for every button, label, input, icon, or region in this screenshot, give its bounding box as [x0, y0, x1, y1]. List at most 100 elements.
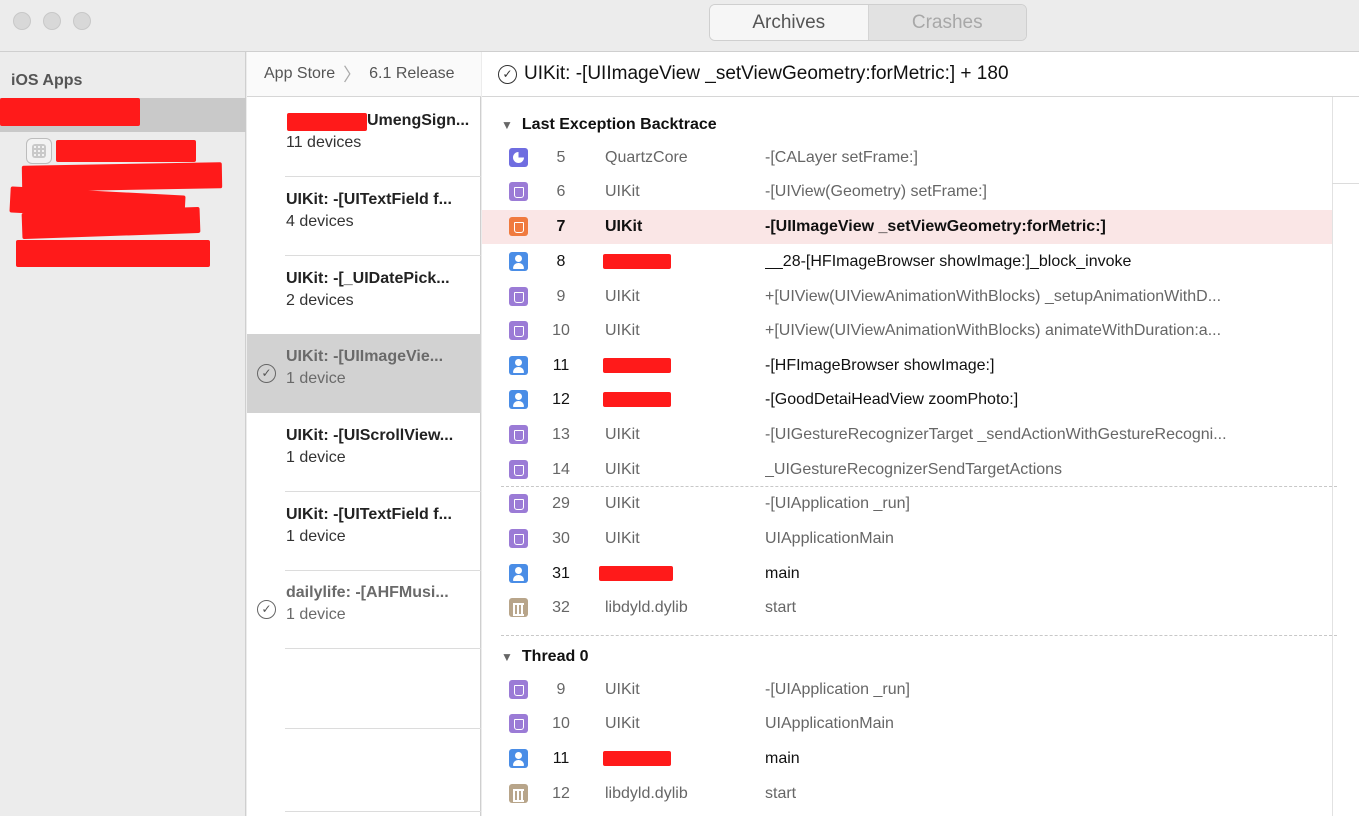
stack-frame-row[interactable]: 5 QuartzCore -[CALayer setFrame:] [482, 141, 1332, 175]
stack-frame-row[interactable]: 11 main [482, 742, 1332, 776]
section-last-exception-backtrace[interactable]: ▼ Last Exception Backtrace [501, 116, 717, 134]
stack-frame-row[interactable]: 13 UIKit -[UIGestureRecognizerTarget _se… [482, 418, 1332, 452]
stack-frame-row[interactable]: 30 UIKit UIApplicationMain [482, 522, 1332, 556]
frame-library: UIKit [605, 322, 640, 339]
inspector-divider [1332, 183, 1359, 184]
row-divider [285, 811, 481, 812]
crash-device-count: 1 device [286, 449, 346, 466]
crash-list-item[interactable]: UIKit: -[UIScrollView... 1 device [247, 413, 481, 492]
row-divider [285, 728, 481, 729]
user-code-icon [509, 564, 528, 583]
zoom-window-button[interactable] [73, 12, 91, 30]
frame-number: 11 [552, 750, 570, 767]
stack-frame-row[interactable]: 31 main [482, 557, 1332, 591]
frame-library: UIKit [605, 715, 640, 732]
stack-frame-row[interactable]: 11 -[HFImageBrowser showImage:] [482, 349, 1332, 383]
redacted-app-name [56, 140, 196, 162]
frame-symbol: start [765, 785, 797, 802]
redacted-app-name [0, 98, 140, 126]
crash-list-item[interactable]: UIKit: -[UITextField f... 1 device [247, 492, 481, 571]
redacted-app-name [21, 162, 223, 192]
crash-detail-pane: ✓ UIKit: -[UIImageView _setViewGeometry:… [482, 52, 1359, 816]
stack-frame-row[interactable]: 10 UIKit UIApplicationMain [482, 707, 1332, 741]
crash-title: UIKit: -[UIScrollView... [286, 427, 454, 444]
section-thread-0[interactable]: ▼ Thread 0 [501, 648, 589, 666]
user-code-icon [509, 252, 528, 271]
tab-crashes[interactable]: Crashes [868, 5, 1026, 40]
frame-number: 13 [552, 426, 570, 443]
tab-archives[interactable]: Archives [710, 5, 869, 40]
stack-frame-row[interactable]: 29 UIKit -[UIApplication _run] [482, 487, 1332, 521]
stack-frame-row[interactable]: 9 UIKit +[UIView(UIViewAnimationWithBloc… [482, 280, 1332, 314]
crash-title: UIKit: -[UIImageVie... [286, 348, 444, 365]
sidebar-header: iOS Apps [11, 72, 83, 89]
inspector-splitter[interactable] [1332, 97, 1333, 816]
stack-frame-row[interactable]: 12 -[GoodDetaiHeadView zoomPhoto:] [482, 383, 1332, 417]
frame-number: 5 [556, 149, 566, 166]
resolved-check-icon[interactable]: ✓ [257, 600, 276, 619]
breadcrumb-source[interactable]: App Store [264, 65, 335, 83]
redacted-library-name [603, 751, 671, 766]
crash-device-count: 1 device [286, 606, 346, 623]
stack-frame-row[interactable]: 8 __28-[HFImageBrowser showImage:]_block… [482, 245, 1332, 279]
frame-symbol: -[GoodDetaiHeadView zoomPhoto:] [765, 391, 1019, 408]
frame-number: 10 [552, 715, 570, 732]
system-library-icon [509, 529, 528, 548]
system-library-icon [509, 287, 528, 306]
dylib-icon [509, 598, 528, 617]
dylib-icon [509, 784, 528, 803]
frame-number: 31 [552, 565, 570, 582]
frame-symbol: UIApplicationMain [765, 715, 894, 732]
frame-symbol: -[UIImageView _setViewGeometry:forMetric… [765, 218, 1106, 235]
crash-title: UIKit: -[_UIDatePick... [286, 270, 450, 287]
frame-symbol: __28-[HFImageBrowser showImage:]_block_i… [765, 253, 1132, 270]
crash-list-item[interactable]: ✓ dailylife: -[AHFMusi... 1 device [247, 570, 481, 649]
frame-number: 32 [552, 599, 570, 616]
frame-symbol: _UIGestureRecognizerSendTargetActions [765, 461, 1063, 478]
stack-frame-row-selected[interactable]: 7 UIKit -[UIImageView _setViewGeometry:f… [482, 210, 1332, 244]
crash-list-item-selected[interactable]: ✓ UIKit: -[UIImageVie... 1 device [247, 334, 481, 413]
breadcrumb-version[interactable]: 6.1 Release [369, 65, 454, 83]
resolved-check-icon[interactable]: ✓ [498, 64, 517, 84]
stack-frame-row[interactable]: 14 UIKit _UIGestureRecognizerSendTargetA… [482, 453, 1332, 487]
disclosure-triangle-icon[interactable]: ▼ [501, 650, 513, 664]
crash-title: dailylife: -[AHFMusi... [286, 584, 449, 601]
frame-symbol: main [765, 565, 800, 582]
apps-sidebar: iOS Apps [0, 52, 246, 816]
minimize-window-button[interactable] [43, 12, 61, 30]
redacted-text [287, 113, 367, 131]
section-title: Last Exception Backtrace [521, 116, 717, 133]
section-divider [501, 635, 1337, 636]
frame-library: UIKit [605, 218, 643, 235]
frame-library: QuartzCore [605, 149, 688, 166]
frame-library: libdyld.dylib [605, 599, 688, 616]
user-code-icon [509, 356, 528, 375]
stack-frame-row[interactable]: 32 libdyld.dylib start [482, 591, 1332, 625]
crash-list-item[interactable]: UIKit: -[UITextField f... 4 devices [247, 177, 481, 256]
frame-library: libdyld.dylib [605, 785, 688, 802]
disclosure-triangle-icon[interactable]: ▼ [501, 118, 513, 132]
redacted-library-name [599, 566, 673, 581]
frame-symbol: -[UIGestureRecognizerTarget _sendActionW… [765, 426, 1227, 443]
stack-frame-row[interactable]: 9 UIKit -[UIApplication _run] [482, 673, 1332, 707]
frame-symbol: -[UIView(Geometry) setFrame:] [765, 183, 987, 200]
row-divider [285, 648, 481, 649]
crash-list-item[interactable]: UIKit: -[_UIDatePick... 2 devices [247, 256, 481, 335]
frame-symbol: -[UIApplication _run] [765, 681, 910, 698]
crash-title: UmengSign... [367, 112, 470, 129]
stack-frame-row[interactable]: 10 UIKit +[UIView(UIViewAnimationWithBlo… [482, 314, 1332, 348]
stack-frame-row[interactable]: 12 libdyld.dylib start [482, 777, 1332, 811]
redacted-library-name [603, 392, 671, 407]
section-title: Thread 0 [521, 648, 589, 665]
resolved-check-icon[interactable]: ✓ [257, 364, 276, 383]
frame-symbol: +[UIView(UIViewAnimationWithBlocks) _set… [765, 288, 1222, 305]
stack-frame-row[interactable]: 6 UIKit -[UIView(Geometry) setFrame:] [482, 175, 1332, 209]
frame-symbol: -[UIApplication _run] [765, 495, 910, 512]
frame-number: 10 [552, 322, 570, 339]
app-icon [26, 138, 52, 164]
system-library-icon [509, 494, 528, 513]
system-library-icon [509, 425, 528, 444]
crash-list-item[interactable]: UmengSign... 11 devices [247, 98, 481, 177]
close-window-button[interactable] [13, 12, 31, 30]
crash-title: UIKit: -[UITextField f... [286, 506, 452, 523]
